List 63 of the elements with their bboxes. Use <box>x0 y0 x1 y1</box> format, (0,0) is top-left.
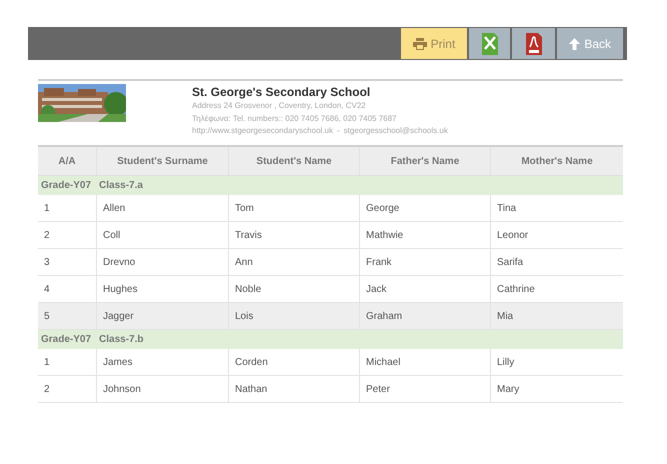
school-phones: Τηλέφωνα: Tel. numbers:: 020 7405 7686, 020 7405 7687 <box>192 112 398 125</box>
table-row[interactable]: 5 Jagger Lois Graham Mia <box>38 303 623 330</box>
table-cell: Ann <box>229 249 360 275</box>
table-cell: Jagger <box>97 303 229 329</box>
table-cell: 4 <box>38 276 97 302</box>
table-cell: Hughes <box>97 276 229 302</box>
grade-label: Grade-Y07 <box>41 333 92 347</box>
table-cell: George <box>360 195 491 221</box>
table-cell-text: Mary <box>496 382 520 396</box>
table-cell-text: Mia <box>496 310 514 324</box>
table-row[interactable]: 2 Coll Travis Mathwie Leonor <box>38 222 623 249</box>
table-row[interactable]: 1 Allen Tom George Tina <box>38 195 623 222</box>
printer-icon <box>412 38 427 50</box>
table-cell: 1 <box>38 349 97 375</box>
school-website: http://www.stgeorgesecondaryschool.uk <box>192 125 333 137</box>
table-cell-text: Leonor <box>496 228 530 242</box>
table-cell: Travis <box>229 222 360 248</box>
table-cell: Johnson <box>97 376 229 402</box>
table-row[interactable]: 3 Drevno Ann Frank Sarifa <box>38 249 623 276</box>
table-cell-text: Lilly <box>496 356 516 370</box>
table-cell: 2 <box>38 376 97 402</box>
table-cell: Mathwie <box>360 222 491 248</box>
school-name: St. George's Secondary School <box>192 84 372 100</box>
separator: - <box>336 125 340 137</box>
table-cell: Tom <box>229 195 360 221</box>
table-cell-text: Tina <box>496 202 518 216</box>
table-cell: Lois <box>229 303 360 329</box>
column-header: Father's Name <box>360 147 491 175</box>
table-cell: Frank <box>360 249 491 275</box>
table-row[interactable]: 1 James Corden Michael Lilly <box>38 349 623 376</box>
school-email: stgeorgesschool@schools.uk <box>344 125 448 137</box>
class-label: Class-7.b <box>99 333 144 347</box>
table-cell: Coll <box>97 222 229 248</box>
table-cell-text: Sarifa <box>496 256 524 270</box>
pdf-export-button[interactable] <box>512 28 556 59</box>
school-address: Address 24 Grosvenor , Coventry, London, CV22 <box>192 100 367 112</box>
table-cell: Michael <box>360 349 491 375</box>
table-cell: 5 <box>38 303 97 329</box>
table-cell: Nathan <box>229 376 360 402</box>
table-cell: Noble <box>229 276 360 302</box>
table-cell: 2 <box>38 222 97 248</box>
table-cell: 3 <box>38 249 97 275</box>
table-cell: Graham <box>360 303 491 329</box>
class-label: Class-7.a <box>99 179 143 193</box>
column-header: Mother's Name <box>520 154 594 168</box>
table-cell: Drevno <box>97 249 229 275</box>
grade-label: Grade-Y07 <box>41 179 92 193</box>
column-header: Student's Surname <box>97 147 229 175</box>
table-cell: Jack <box>360 276 491 302</box>
table-cell: James <box>97 349 229 375</box>
column-header: Student's Name <box>229 147 360 175</box>
table-cell: Peter <box>360 376 491 402</box>
table-cell: 1 <box>38 195 97 221</box>
table-cell-text: Cathrine <box>496 282 536 296</box>
table-row[interactable]: 2 Johnson Nathan Peter Mary <box>38 376 623 403</box>
arrow-up-icon <box>569 38 580 50</box>
table-cell: Corden <box>229 349 360 375</box>
table-cell: Allen <box>97 195 229 221</box>
table-row[interactable]: 4 Hughes Noble Jack Cathrine <box>38 276 623 303</box>
pdf-file-icon <box>526 32 542 54</box>
excel-file-icon <box>482 32 498 54</box>
column-header: A/A <box>38 147 97 175</box>
excel-export-button[interactable] <box>469 28 510 59</box>
